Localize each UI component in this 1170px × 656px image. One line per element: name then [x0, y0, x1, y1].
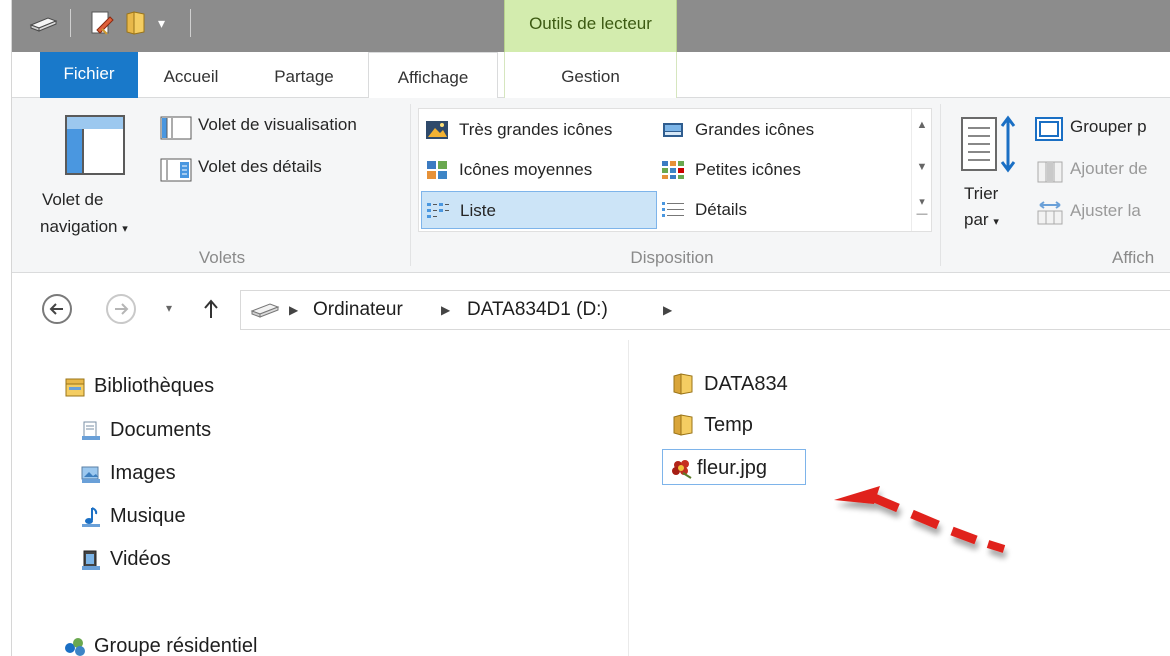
- arrow-left-icon: [49, 303, 63, 315]
- drive-icon[interactable]: [28, 10, 58, 36]
- group-label-disposition: Disposition: [630, 248, 714, 267]
- videos-icon: [82, 550, 100, 570]
- image-file-icon: [672, 460, 692, 479]
- fit-columns-button[interactable]: Ajuster la: [1032, 198, 1170, 228]
- folder-icon: [673, 373, 693, 395]
- breadcrumb-drive[interactable]: DATA834D1 (D:): [467, 291, 608, 329]
- nav-pane-label-2: navigation: [40, 217, 118, 236]
- layout-small-icons[interactable]: Petites icônes: [657, 151, 907, 189]
- sort-label-2: par: [964, 210, 989, 229]
- extra-large-icons-icon: [426, 121, 448, 139]
- ribbon-tabs: Accueil Partage Affichage Gestion: [12, 52, 1170, 99]
- details-view-icon: [662, 202, 684, 217]
- address-bar[interactable]: ▶ Ordinateur ▶ DATA834D1 (D:) ▶: [240, 290, 1170, 330]
- homegroup-icon: [65, 638, 85, 656]
- group-label-volets: Volets: [198, 248, 246, 267]
- contextual-tab-label: Outils de lecteur: [529, 14, 652, 33]
- layout-medium-icons[interactable]: Icônes moyennes: [421, 151, 655, 189]
- sort-icon: [961, 115, 1016, 173]
- new-folder-icon[interactable]: [124, 10, 148, 36]
- layout-large-icons[interactable]: Grandes icônes: [657, 111, 907, 149]
- contextual-tab-header: Outils de lecteur: [504, 0, 677, 52]
- add-columns-button[interactable]: Ajouter de: [1032, 156, 1170, 186]
- gallery-scrollbar[interactable]: ▲ ▼ ▾ —: [911, 109, 931, 231]
- details-pane-icon: [160, 158, 192, 182]
- back-button[interactable]: [42, 294, 72, 324]
- chevron-down-icon: ▾: [993, 216, 999, 228]
- preview-pane-label: Volet de visualisation: [198, 115, 357, 134]
- list-view-icon: [427, 203, 449, 218]
- properties-icon[interactable]: [88, 10, 116, 36]
- group-label-affichage-actuel: Affich: [1112, 248, 1155, 267]
- layout-gallery: Très grandes icônes Grandes icônes Icône…: [418, 108, 932, 232]
- breadcrumb-chevron-icon[interactable]: ▶: [663, 291, 672, 329]
- details-pane-label: Volet des détails: [198, 157, 322, 176]
- nav-pane-button[interactable]: Volet de navigation ▾: [32, 106, 140, 236]
- add-columns-label: Ajouter de: [1070, 159, 1148, 178]
- chevron-down-icon: ▾: [122, 223, 128, 235]
- layout-list[interactable]: Liste: [421, 191, 657, 229]
- libraries-icon: [65, 378, 85, 397]
- scroll-up-icon[interactable]: ▲: [912, 119, 932, 131]
- forward-button[interactable]: [106, 294, 136, 324]
- layout-details[interactable]: Détails: [657, 191, 907, 229]
- ribbon-divider: [940, 104, 941, 266]
- details-pane-button[interactable]: Volet des détails: [158, 154, 358, 184]
- sort-label-1: Trier: [964, 184, 999, 203]
- address-row: ▾ ▶ Ordinateur ▶ DATA834D1 (D:) ▶: [12, 274, 1170, 340]
- tab-accueil[interactable]: Accueil: [146, 52, 236, 98]
- tab-fichier[interactable]: Fichier: [40, 52, 138, 98]
- annotation-arrow-icon: [834, 486, 1006, 553]
- images-icon: [81, 466, 100, 483]
- tab-partage[interactable]: Partage: [252, 52, 356, 98]
- navigation-pane: Bibliothèques Documents Images Musique V…: [12, 340, 629, 656]
- navigation-pane-icon: [65, 115, 125, 175]
- preview-pane-icon: [160, 116, 192, 140]
- file-item-image[interactable]: fleur.jpg: [662, 449, 806, 485]
- scroll-down-icon[interactable]: ▼: [912, 161, 932, 173]
- arrow-right-icon: [115, 303, 129, 315]
- tab-affichage[interactable]: Affichage: [368, 52, 498, 99]
- up-arrow-icon[interactable]: [202, 298, 220, 320]
- preview-pane-button[interactable]: Volet de visualisation: [158, 112, 408, 142]
- group-by-label: Grouper p: [1070, 117, 1147, 136]
- nav-pane-label-1: Volet de: [42, 190, 104, 209]
- gallery-expand-icon[interactable]: ▾ —: [912, 195, 932, 220]
- fit-columns-icon: [1037, 201, 1063, 225]
- large-icons-icon: [663, 123, 683, 137]
- sort-by-button[interactable]: Trier par ▾: [952, 108, 1022, 236]
- add-columns-icon: [1037, 161, 1063, 183]
- recent-locations-icon[interactable]: ▾: [166, 301, 172, 315]
- group-by-icon: [1035, 117, 1063, 141]
- small-icons-icon: [662, 161, 684, 179]
- group-by-button[interactable]: Grouper p: [1032, 114, 1170, 144]
- folder-icon: [673, 414, 693, 436]
- layout-extra-large-icons[interactable]: Très grandes icônes: [421, 111, 655, 149]
- music-icon: [82, 507, 100, 527]
- drive-icon: [250, 303, 280, 318]
- window-left-edge: [0, 0, 12, 656]
- ribbon-divider: [410, 104, 411, 266]
- breadcrumb-chevron-icon[interactable]: ▶: [441, 291, 450, 329]
- documents-icon: [82, 421, 100, 440]
- breadcrumb-chevron-icon[interactable]: ▶: [289, 291, 298, 329]
- ribbon: Volet de navigation ▾ Volet de visualisa…: [12, 98, 1170, 273]
- fit-columns-label: Ajuster la: [1070, 201, 1141, 220]
- breadcrumb-ordinateur[interactable]: Ordinateur: [313, 291, 403, 329]
- medium-icons-icon: [427, 161, 447, 179]
- tab-gestion[interactable]: Gestion: [504, 52, 677, 98]
- customize-toolbar-icon[interactable]: ▾: [158, 10, 172, 36]
